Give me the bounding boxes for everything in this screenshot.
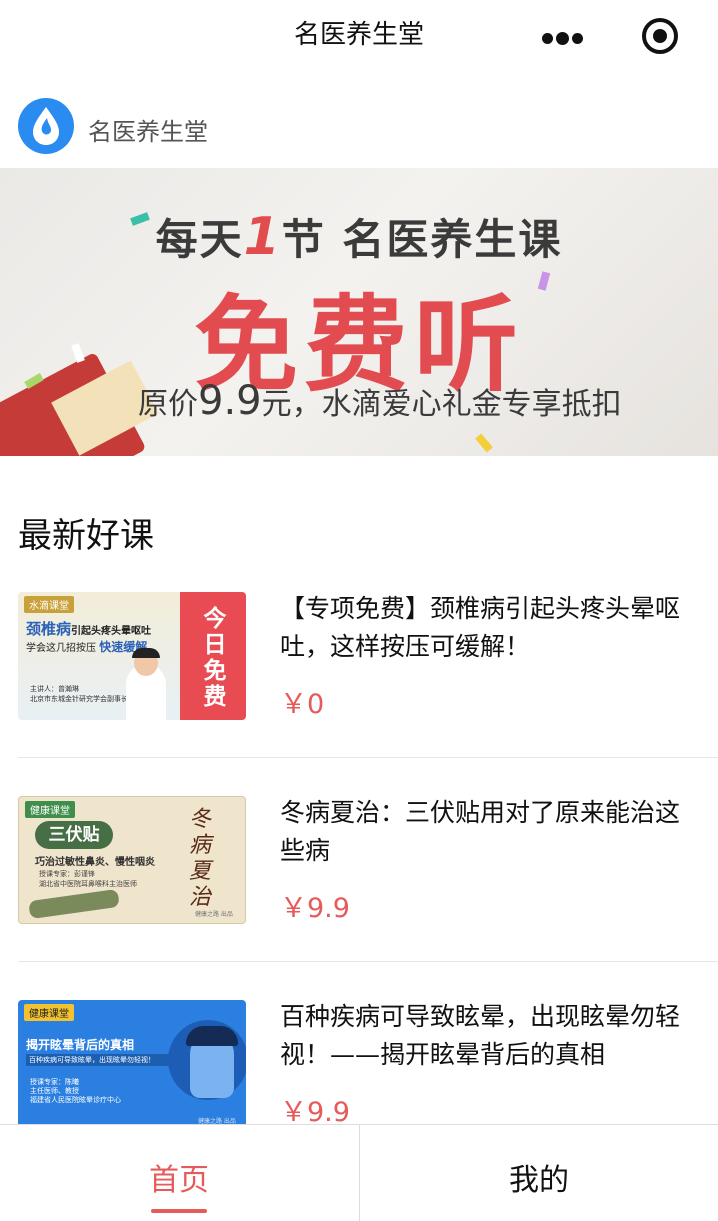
tab-home[interactable]: 首页 <box>0 1125 358 1221</box>
more-dots-icon[interactable] <box>542 28 618 48</box>
water-drop-logo-icon <box>18 98 74 154</box>
promo-banner[interactable]: 每天1节 名医养生课 免费听 原价9.9元，水滴爱心礼金专享抵扣 <box>0 168 718 456</box>
course-thumbnail: 健康课堂 三伏贴 巧治过敏性鼻炎、慢性咽炎 授课专家：彭谨锋 湖北省中医院耳鼻喉科… <box>18 796 246 924</box>
course-item[interactable]: 健康课堂 三伏贴 巧治过敏性鼻炎、慢性咽炎 授课专家：彭谨锋 湖北省中医院耳鼻喉科… <box>0 796 718 986</box>
course-price: ￥9.9 <box>280 893 350 924</box>
brand-row[interactable]: 名医养生堂 <box>0 92 718 160</box>
tab-mine[interactable]: 我的 <box>359 1125 718 1221</box>
course-title: 【专项免费】颈椎病引起头疼头晕呕吐，这样按压可缓解！ <box>280 594 681 661</box>
divider <box>18 757 718 758</box>
mini-program-capsule <box>538 14 678 60</box>
tab-home-label: 首页 <box>149 1163 209 1198</box>
top-nav-bar: 名医养生堂 <box>0 0 718 72</box>
bottom-tab-bar: 首页 我的 <box>0 1124 718 1221</box>
free-today-badge: 今日免费 <box>203 606 227 710</box>
section-title: 最新好课 <box>18 516 154 556</box>
tab-mine-label: 我的 <box>509 1163 569 1198</box>
divider <box>18 961 718 962</box>
banner-subtext: 原价9.9元，水滴爱心礼金专享抵扣 <box>138 378 622 424</box>
course-price: ￥0 <box>280 689 325 720</box>
active-tab-indicator <box>151 1209 207 1213</box>
confetti <box>475 433 493 453</box>
course-item[interactable]: 水滴课堂 颈椎病引起头疼头晕呕吐 学会这几招按压 快速缓解 主讲人：曾瀚琳 北京市… <box>0 592 718 782</box>
calligraphy-text: 冬病夏治 <box>189 807 212 910</box>
course-thumbnail: 水滴课堂 颈椎病引起头疼头晕呕吐 学会这几招按压 快速缓解 主讲人：曾瀚琳 北京市… <box>18 592 246 720</box>
course-title: 百种疾病可导致眩晕，出现眩晕勿轻视！——揭开眩晕背后的真相 <box>280 1002 681 1069</box>
brand-name: 名医养生堂 <box>88 118 208 146</box>
course-title: 冬病夏治：三伏贴用对了原来能治这些病 <box>280 798 681 865</box>
target-circle-icon[interactable] <box>642 18 678 54</box>
course-thumbnail: 健康课堂 揭开眩晕背后的真相 百种疾病可导致眩晕，出现眩晕勿轻视！ 授课专家：陈… <box>18 1000 246 1128</box>
banner-headline: 每天1节 名医养生课 <box>155 207 563 267</box>
